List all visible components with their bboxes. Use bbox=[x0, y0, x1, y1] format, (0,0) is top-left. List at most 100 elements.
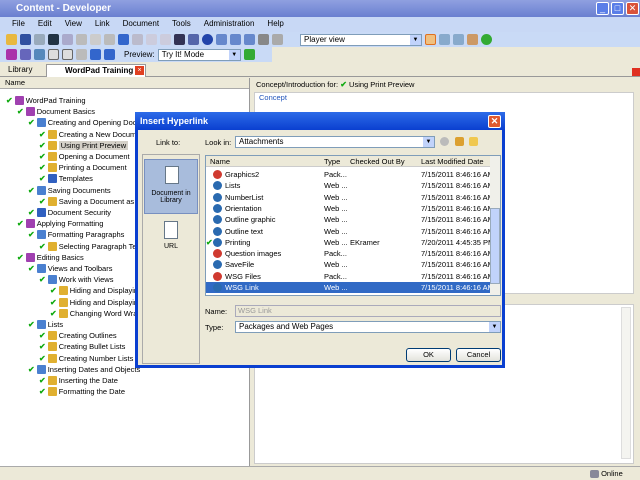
tree-item[interactable]: ✔ Printing a Document bbox=[39, 162, 127, 173]
spellcheck-icon[interactable] bbox=[188, 34, 199, 45]
link-icon[interactable] bbox=[76, 49, 87, 60]
properties-icon[interactable] bbox=[104, 34, 115, 45]
outdent-icon[interactable] bbox=[160, 34, 171, 45]
new-module-icon[interactable] bbox=[6, 49, 17, 60]
document-in-library-option[interactable]: Document in Library bbox=[144, 159, 198, 214]
sync-icon[interactable] bbox=[481, 34, 492, 45]
list-row[interactable]: Outline text Web ... 7/15/2011 8:46:16 A… bbox=[206, 226, 494, 237]
list-row[interactable]: SaveFile Web ... 7/15/2011 8:46:16 AM bbox=[206, 259, 494, 270]
tab-wordpad-training[interactable]: WordPad Training bbox=[46, 64, 146, 77]
delete-icon[interactable] bbox=[90, 34, 101, 45]
dialog-close-button[interactable]: ✕ bbox=[488, 115, 501, 128]
minimize-button[interactable]: _ bbox=[596, 2, 609, 15]
back-icon[interactable] bbox=[440, 137, 449, 146]
tree-item[interactable]: ✔ Lists bbox=[28, 319, 63, 330]
column-name[interactable]: Name bbox=[210, 157, 230, 166]
close-button[interactable]: ✕ bbox=[626, 2, 639, 15]
type-select[interactable]: Packages and Web Pages ▼ bbox=[235, 321, 501, 333]
layout-vertical-icon[interactable] bbox=[425, 34, 436, 45]
tree-item[interactable]: ✔ Saving Documents bbox=[28, 185, 111, 196]
menu-link[interactable]: Link bbox=[95, 19, 110, 32]
tree-item[interactable]: ✔ Opening a Document bbox=[39, 151, 130, 162]
find-icon[interactable] bbox=[174, 34, 185, 45]
question-menu-icon[interactable] bbox=[62, 49, 73, 60]
menu-tools[interactable]: Tools bbox=[172, 19, 191, 32]
check-out-icon[interactable] bbox=[230, 34, 241, 45]
tree-item[interactable]: ✔ Creating Bullet Lists bbox=[39, 341, 125, 352]
open-icon[interactable] bbox=[6, 34, 17, 45]
tree-item[interactable]: ✔ Creating Outlines bbox=[39, 330, 117, 341]
list-row[interactable]: WSG Files Pack... 7/15/2011 8:46:16 AM bbox=[206, 271, 494, 282]
list-row[interactable]: Graphics2 Pack... 7/15/2011 8:46:16 AM bbox=[206, 169, 494, 180]
layout-horizontal-icon[interactable] bbox=[439, 34, 450, 45]
look-in-select[interactable]: Attachments ▼ bbox=[235, 136, 435, 148]
folder-up-icon[interactable] bbox=[467, 34, 478, 45]
layout-columns-icon[interactable] bbox=[453, 34, 464, 45]
tree-item[interactable]: ✔ Creating a New Document bbox=[39, 129, 147, 140]
maximize-button[interactable]: □ bbox=[611, 2, 624, 15]
menu-view[interactable]: View bbox=[65, 19, 82, 32]
new-folder-icon[interactable] bbox=[469, 137, 478, 146]
list-row[interactable]: ✔ Printing Web ... EKramer 7/20/2011 4:4… bbox=[206, 237, 494, 248]
question-icon[interactable] bbox=[48, 49, 59, 60]
tree-item[interactable]: ✔ Document Security bbox=[28, 207, 111, 218]
close-tab-icon[interactable]: × bbox=[135, 66, 144, 75]
tree-item[interactable]: ✔ Applying Formatting bbox=[17, 218, 103, 229]
new-topic-icon[interactable] bbox=[34, 49, 45, 60]
tree-item[interactable]: ✔ Inserting Dates and Objects bbox=[28, 364, 140, 375]
tree-item[interactable]: ✔ Changing Word Wrap bbox=[50, 308, 142, 319]
tree-item[interactable]: ✔ Formatting Paragraphs bbox=[28, 229, 124, 240]
up-folder-icon[interactable] bbox=[455, 137, 464, 146]
tree-item[interactable]: ✔ Work with Views bbox=[39, 274, 113, 285]
refresh-icon[interactable] bbox=[272, 34, 283, 45]
editor-scrollbar[interactable] bbox=[621, 307, 631, 459]
redo-icon[interactable] bbox=[132, 34, 143, 45]
undo-icon[interactable] bbox=[118, 34, 129, 45]
menu-edit[interactable]: Edit bbox=[38, 19, 52, 32]
menu-help[interactable]: Help bbox=[267, 19, 283, 32]
tree-item[interactable]: ✔ Formatting the Date bbox=[39, 386, 125, 397]
menu-document[interactable]: Document bbox=[123, 19, 159, 32]
move-down-icon[interactable] bbox=[104, 49, 115, 60]
url-option[interactable]: URL bbox=[144, 217, 198, 257]
print-preview-icon[interactable] bbox=[34, 34, 45, 45]
column-type[interactable]: Type bbox=[324, 157, 340, 166]
cut-icon[interactable] bbox=[48, 34, 59, 45]
new-section-icon[interactable] bbox=[20, 49, 31, 60]
ok-button[interactable]: OK bbox=[406, 348, 451, 362]
tree-item[interactable]: ✔ Templates bbox=[39, 173, 93, 184]
column-last-modified[interactable]: Last Modified Date bbox=[421, 157, 484, 166]
list-row[interactable]: Lists Web ... 7/15/2011 8:46:16 AM bbox=[206, 180, 494, 191]
tab-library[interactable]: Library bbox=[4, 64, 36, 77]
tree-item[interactable]: ✔ Selecting Paragraph Text bbox=[39, 241, 142, 252]
lock-icon[interactable] bbox=[258, 34, 269, 45]
list-row[interactable]: NumberList Web ... 7/15/2011 8:46:16 AM bbox=[206, 192, 494, 203]
indent-icon[interactable] bbox=[146, 34, 157, 45]
list-row[interactable]: WSG Link Web ... 7/15/2011 8:46:16 AM bbox=[206, 282, 494, 293]
tree-item[interactable]: ✔ Document Basics bbox=[17, 106, 95, 117]
view-select[interactable]: Player view ▼ bbox=[300, 33, 422, 46]
scroll-thumb[interactable] bbox=[490, 208, 500, 284]
tree-item[interactable]: ✔ Creating Number Lists bbox=[39, 353, 133, 364]
tree-item[interactable]: ✔ Views and Toolbars bbox=[28, 263, 112, 274]
tree-item[interactable]: ✔ Hiding and Displaying bbox=[50, 297, 142, 308]
tree-item[interactable]: ✔ Editing Basics bbox=[17, 252, 84, 263]
save-icon[interactable] bbox=[20, 34, 31, 45]
check-in-icon[interactable] bbox=[216, 34, 227, 45]
menu-administration[interactable]: Administration bbox=[204, 19, 255, 32]
help-icon[interactable] bbox=[202, 34, 213, 45]
publish-icon[interactable] bbox=[244, 34, 255, 45]
tree-item[interactable]: ✔ Using Print Preview bbox=[39, 140, 129, 151]
preview-mode-select[interactable]: Try It! Mode ▼ bbox=[157, 48, 241, 61]
list-scrollbar[interactable] bbox=[490, 156, 500, 295]
move-up-icon[interactable] bbox=[90, 49, 101, 60]
list-row[interactable]: Question images Pack... 7/15/2011 8:46:1… bbox=[206, 248, 494, 259]
go-preview-icon[interactable] bbox=[243, 49, 255, 60]
tree-item[interactable]: ✔ Inserting the Date bbox=[39, 375, 118, 386]
menu-file[interactable]: File bbox=[12, 19, 25, 32]
name-column-header[interactable]: Name bbox=[0, 78, 249, 89]
close-panel-icon[interactable] bbox=[632, 68, 640, 76]
tree-item[interactable]: ✔ Hiding and Displaying bbox=[50, 285, 142, 296]
tree-item[interactable]: ✔ Saving a Document as bbox=[39, 196, 134, 207]
column-checked-out-by[interactable]: Checked Out By bbox=[350, 157, 405, 166]
